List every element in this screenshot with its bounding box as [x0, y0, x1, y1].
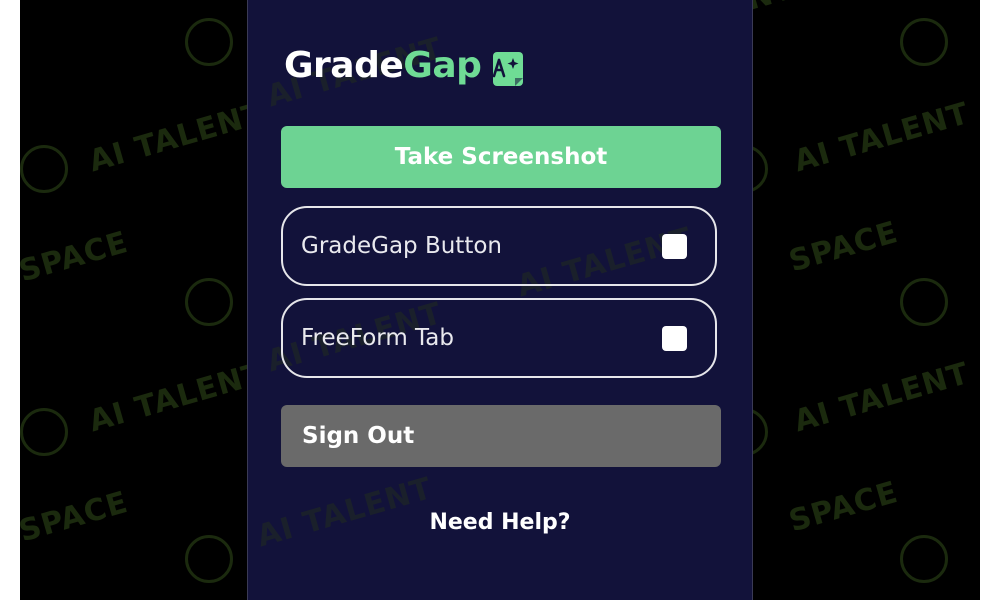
watermark-text: SPACE — [20, 484, 133, 550]
watermark-text: SPACE — [785, 214, 903, 280]
watermark-text: SPACE — [785, 474, 903, 540]
brain-icon — [185, 278, 233, 326]
brain-icon — [900, 18, 948, 66]
app-logo: Grade Gap — [284, 44, 524, 88]
need-help-link[interactable]: Need Help? — [248, 510, 752, 535]
brain-icon — [185, 535, 233, 583]
watermark-text: AI TALENT — [85, 355, 269, 440]
toggle-label: FreeForm Tab — [301, 325, 454, 351]
extension-popup: AI TALENT AI TALENT AI TALENT AI TALENT … — [247, 0, 753, 600]
logo-text-grade: Grade — [284, 45, 404, 86]
gradegap-button-toggle[interactable]: GradeGap Button — [281, 206, 717, 286]
brain-icon — [900, 278, 948, 326]
watermark-text: SPACE — [20, 224, 133, 290]
logo-text-gap: Gap — [403, 45, 482, 86]
freeform-tab-checkbox[interactable] — [662, 325, 687, 351]
brain-icon — [185, 18, 233, 66]
toggle-label: GradeGap Button — [301, 233, 502, 259]
brain-icon — [20, 408, 68, 456]
brain-icon — [900, 535, 948, 583]
watermark-text: AI TALENT — [85, 95, 269, 180]
watermark-text: AI TALENT — [790, 95, 974, 180]
freeform-tab-toggle[interactable]: FreeForm Tab — [281, 298, 717, 378]
sign-out-button[interactable]: Sign Out — [281, 405, 721, 467]
watermark-text: AI TALENT — [790, 355, 974, 440]
take-screenshot-button[interactable]: Take Screenshot — [281, 126, 721, 188]
gradegap-button-checkbox[interactable] — [662, 233, 687, 259]
document-sparkle-icon — [493, 52, 524, 86]
brain-icon — [20, 145, 68, 193]
